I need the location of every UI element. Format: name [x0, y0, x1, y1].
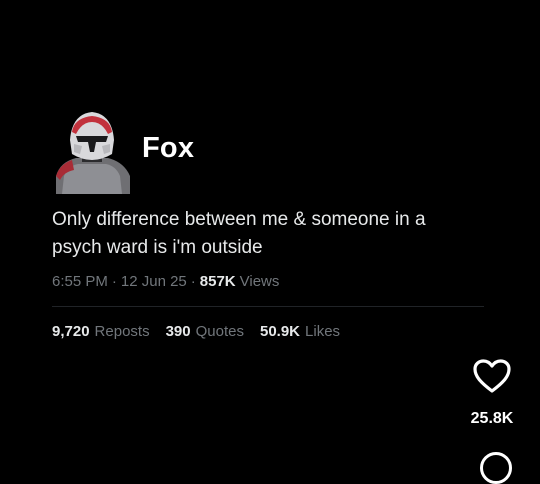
post-card: Fox Only difference between me & someone…	[52, 108, 488, 340]
clone-trooper-helmet-avatar-icon	[52, 110, 132, 194]
likes-label: Likes	[305, 323, 341, 340]
reposts-count: 9,720	[52, 323, 90, 340]
circle-icon[interactable]	[480, 452, 512, 484]
post-header: Fox	[52, 108, 488, 196]
post-time[interactable]: 6:55 PM	[52, 273, 108, 290]
avatar[interactable]	[52, 110, 132, 194]
views-count: 857K	[199, 273, 236, 290]
heart-outline-icon	[473, 359, 511, 393]
display-name[interactable]: Fox	[142, 132, 194, 165]
post-date[interactable]: 12 Jun 25	[121, 273, 187, 290]
quotes-label: Quotes	[195, 323, 244, 340]
meta-separator: ·	[111, 273, 117, 290]
meta-separator: ·	[190, 273, 196, 290]
likes-stat[interactable]: 50.9K Likes	[260, 323, 340, 340]
reposts-stat[interactable]: 9,720 Reposts	[52, 323, 150, 340]
like-count: 25.8K	[470, 410, 514, 427]
divider	[52, 306, 484, 307]
quotes-count: 390	[165, 323, 191, 340]
likes-count: 50.9K	[259, 323, 301, 340]
post-text: Only difference between me & someone in …	[52, 206, 482, 262]
post-meta: 6:55 PM · 12 Jun 25 · 857K Views	[52, 273, 488, 290]
views-label: Views	[239, 273, 280, 290]
quotes-stat[interactable]: 390 Quotes	[166, 323, 244, 340]
side-actions: 25.8K	[462, 352, 522, 428]
reposts-label: Reposts	[94, 323, 150, 340]
like-button[interactable]	[468, 352, 516, 400]
post-text-line-1: Only difference between me & someone in …	[52, 209, 426, 230]
post-text-line-2: psych ward is i'm outside	[52, 237, 263, 258]
post-stats: 9,720 Reposts 390 Quotes 50.9K Likes	[52, 323, 488, 340]
